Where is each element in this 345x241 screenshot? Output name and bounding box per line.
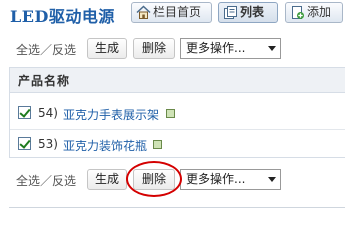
image-icon [166,109,175,118]
chevron-down-icon [268,46,276,51]
product-link[interactable]: 亚克力手表展示架 [63,106,159,123]
list-button[interactable]: 列表 [218,2,278,23]
home-button[interactable]: 栏目首页 [131,2,212,23]
divider [9,207,345,208]
add-button-label: 添加 [307,5,332,19]
row-checkbox[interactable] [18,106,31,119]
row-checkbox[interactable] [18,137,31,150]
more-actions-select[interactable]: 更多操作... [180,169,281,190]
page-title: LED驱动电源 [10,7,115,26]
list-item: 54) 亚克力手表展示架 [10,99,345,130]
home-icon [136,5,151,19]
list-item: 53) 亚克力装饰花瓶 [10,130,345,160]
add-button[interactable]: 添加 [285,2,343,23]
top-action-bar: 全选／反选 生成 删除 更多操作... [0,34,345,64]
list-icon [224,6,237,19]
more-actions-value: 更多操作... [186,41,246,55]
more-actions-select[interactable]: 更多操作... [180,38,281,59]
generate-button[interactable]: 生成 [87,169,127,190]
row-index: 54) [38,106,58,120]
product-link[interactable]: 亚克力装饰花瓶 [63,137,147,154]
more-actions-value: 更多操作... [186,172,246,186]
home-button-label: 栏目首页 [153,5,202,19]
delete-button[interactable]: 删除 [133,38,175,59]
image-icon [153,140,162,149]
column-header-product-name: 产品名称 [18,74,71,88]
product-list: 产品名称 54) 亚克力手表展示架 53) 亚克力装饰花瓶 [9,67,345,158]
list-button-label: 列表 [240,5,265,19]
generate-button[interactable]: 生成 [87,38,127,59]
row-index: 53) [38,137,58,151]
select-all-toggle[interactable]: 全选／反选 [16,41,76,58]
list-header: 产品名称 [10,68,345,93]
chevron-down-icon [268,177,276,182]
select-all-toggle[interactable]: 全选／反选 [16,172,76,189]
highlight-circle [126,161,182,197]
add-document-icon [292,6,304,19]
